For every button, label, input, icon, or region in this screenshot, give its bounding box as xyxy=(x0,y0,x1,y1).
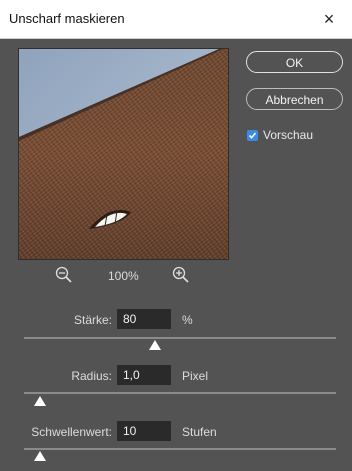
preview-checkbox-label: Vorschau xyxy=(263,128,314,142)
threshold-slider-track[interactable] xyxy=(24,448,336,450)
title-bar: Unscharf maskieren × xyxy=(0,0,352,39)
preview-image[interactable] xyxy=(18,48,229,260)
zoom-out-icon[interactable] xyxy=(55,266,73,287)
threshold-input[interactable] xyxy=(117,421,171,441)
zoom-level: 100% xyxy=(108,269,139,283)
radius-slider-thumb[interactable] xyxy=(33,396,46,406)
strength-slider-thumb[interactable] xyxy=(149,340,162,350)
radius-label: Radius: xyxy=(71,369,112,383)
zoom-in-icon[interactable] xyxy=(172,266,190,287)
preview-checkbox-row[interactable]: Vorschau xyxy=(247,127,313,143)
zoom-controls: 100% xyxy=(0,266,245,286)
radius-input[interactable] xyxy=(117,365,171,385)
checkmark-icon xyxy=(248,131,257,139)
strength-label: Stärke: xyxy=(73,313,112,327)
strength-unit: % xyxy=(182,313,193,327)
strength-slider-track[interactable] xyxy=(24,337,336,339)
ok-button[interactable]: OK xyxy=(246,51,343,73)
preview-checkbox[interactable] xyxy=(247,129,258,141)
threshold-label: Schwellenwert: xyxy=(31,425,112,439)
threshold-unit: Stufen xyxy=(182,425,217,439)
radius-unit: Pixel xyxy=(182,369,209,383)
strength-input[interactable] xyxy=(117,309,171,329)
radius-slider-track[interactable] xyxy=(24,392,336,394)
threshold-slider-thumb[interactable] xyxy=(33,451,46,461)
window-title: Unscharf maskieren xyxy=(9,11,125,26)
cancel-button[interactable]: Abbrechen xyxy=(246,88,343,110)
close-icon[interactable]: × xyxy=(306,0,352,38)
